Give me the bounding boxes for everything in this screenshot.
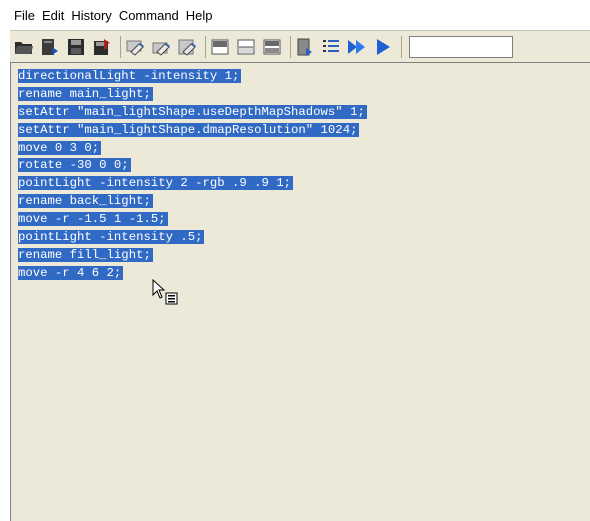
script-line: setAttr "main_lightShape.useDepthMapShad…: [18, 104, 590, 122]
script-line: rename fill_light;: [18, 247, 590, 265]
source-script-icon: [42, 38, 58, 55]
arrow-copy-cursor-icon: [152, 279, 178, 305]
script-line: directionalLight -intensity 1;: [18, 68, 590, 86]
show-history-only-button[interactable]: [209, 36, 231, 58]
script-line: pointLight -intensity .5;: [18, 229, 590, 247]
selected-text: move -r -1.5 1 -1.5;: [18, 212, 168, 227]
source-script-button[interactable]: [39, 36, 61, 58]
show-input-only-button[interactable]: [235, 36, 257, 58]
toolbar-separator: [205, 35, 206, 58]
selected-text: rename back_light;: [18, 194, 153, 209]
command-field[interactable]: [409, 35, 513, 58]
show-history-only-icon: [211, 39, 229, 54]
menu-command[interactable]: Command: [119, 8, 179, 23]
menu-edit[interactable]: Edit: [42, 8, 64, 23]
clear-history-icon: [126, 40, 144, 56]
script-editor-window: File Edit History Command Help direction…: [0, 0, 590, 521]
menu-history[interactable]: History: [71, 8, 111, 23]
show-line-numbers-icon: [323, 39, 339, 52]
echo-all-commands-icon: [297, 38, 312, 56]
toolbar-separator: [120, 35, 121, 58]
clear-input-icon: [152, 42, 170, 56]
selected-text: rotate -30 0 0;: [18, 158, 131, 173]
script-line: rename back_light;: [18, 193, 590, 211]
selected-text: pointLight -intensity .5;: [18, 230, 205, 245]
clear-history-button[interactable]: [124, 36, 146, 58]
selected-text: move 0 3 0;: [18, 140, 102, 155]
selected-text: pointLight -intensity 2 -rgb .9 .9 1;: [18, 176, 294, 191]
script-line: move -r 4 6 2;: [18, 265, 590, 283]
toolbar: [10, 30, 590, 62]
show-both-button[interactable]: [261, 36, 283, 58]
menu-bar: File Edit History Command Help: [0, 0, 590, 30]
clear-all-icon: [178, 39, 196, 56]
save-to-shelf-button[interactable]: [91, 36, 113, 58]
selected-text: rename main_light;: [18, 86, 153, 101]
selected-text: setAttr "main_lightShape.dmapResolution"…: [18, 122, 360, 137]
script-line: move 0 3 0;: [18, 140, 590, 158]
script-line: move -r -1.5 1 -1.5;: [18, 211, 590, 229]
show-line-numbers-button[interactable]: [320, 36, 342, 58]
clear-input-button[interactable]: [150, 36, 172, 58]
save-to-shelf-icon: [94, 38, 110, 55]
toolbar-separator: [401, 35, 402, 58]
menu-file[interactable]: File: [14, 8, 35, 23]
open-script-icon: [15, 41, 33, 54]
menu-help[interactable]: Help: [186, 8, 213, 23]
execute-selected-button[interactable]: [372, 36, 394, 58]
selected-text: move -r 4 6 2;: [18, 265, 124, 280]
script-line: setAttr "main_lightShape.dmapResolution"…: [18, 122, 590, 140]
selected-text: setAttr "main_lightShape.useDepthMapShad…: [18, 104, 367, 119]
execute-selected-icon: [377, 38, 390, 55]
toolbar-separator: [290, 35, 291, 58]
show-input-only-icon: [237, 39, 255, 54]
save-script-button[interactable]: [65, 36, 87, 58]
open-script-button[interactable]: [13, 36, 35, 58]
script-input-area[interactable]: directionalLight -intensity 1; rename ma…: [10, 62, 590, 521]
echo-all-commands-button[interactable]: [294, 36, 316, 58]
script-line: pointLight -intensity 2 -rgb .9 .9 1;: [18, 175, 590, 193]
execute-all-icon: [348, 39, 365, 54]
selected-text: rename fill_light;: [18, 247, 153, 262]
clear-all-button[interactable]: [176, 36, 198, 58]
selected-text: directionalLight -intensity 1;: [18, 69, 242, 83]
save-script-icon: [68, 38, 84, 55]
execute-all-button[interactable]: [346, 36, 368, 58]
script-line: rotate -30 0 0;: [18, 157, 590, 175]
script-line: rename main_light;: [18, 86, 590, 104]
show-both-icon: [263, 39, 281, 54]
